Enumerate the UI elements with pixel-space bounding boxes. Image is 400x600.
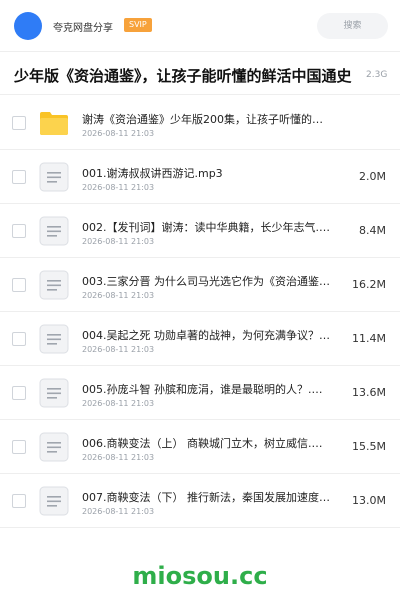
file-name: 003.三家分晋 为什么司马光选它作为《资治通鉴》的开篇 [82, 275, 332, 288]
file-row[interactable]: 006.商鞅变法（上） 商鞅城门立木，树立威信.mp3 2026-08-11 2… [0, 420, 400, 474]
file-size: 13.0M [352, 494, 386, 507]
row-checkbox[interactable] [12, 116, 26, 130]
file-name: 005.孙庞斗智 孙膑和庞涓，谁是最聪明的人？.mp3 [82, 383, 332, 396]
file-date: 2026-08-11 21:03 [82, 291, 155, 300]
file-date: 2026-08-11 21:03 [82, 183, 155, 192]
avatar[interactable] [14, 12, 42, 40]
file-name: 002.【发刊词】谢涛：读中华典籍，长少年志气.mp3 [82, 221, 332, 234]
document-icon [39, 324, 69, 354]
file-size: 16.2M [352, 278, 386, 291]
file-date: 2026-08-11 21:03 [82, 399, 155, 408]
file-row[interactable]: 005.孙庞斗智 孙膑和庞涓，谁是最聪明的人？.mp3 2026-08-11 2… [0, 366, 400, 420]
file-list: 谢涛《资治通鉴》少年版200集，让孩子听懂的中国历史 2026-08-11 21… [0, 96, 400, 528]
file-row-folder[interactable]: 谢涛《资治通鉴》少年版200集，让孩子听懂的中国历史 2026-08-11 21… [0, 96, 400, 150]
document-icon [39, 486, 69, 516]
file-name: 006.商鞅变法（上） 商鞅城门立木，树立威信.mp3 [82, 437, 332, 450]
document-icon [39, 216, 69, 246]
row-checkbox[interactable] [12, 440, 26, 454]
file-size: 11.4M [352, 332, 386, 345]
file-row[interactable]: 007.商鞅变法（下） 推行新法，秦国发展加速度.mp3 2026-08-11 … [0, 474, 400, 528]
row-checkbox[interactable] [12, 494, 26, 508]
share-username: 夸克网盘分享 [53, 23, 113, 34]
document-icon [39, 162, 69, 192]
share-title-bar: 少年版《资治通鉴》，让孩子能听懂的鲜活中国通史 2.3G [0, 53, 400, 95]
row-checkbox[interactable] [12, 170, 26, 184]
app-header: 夸克网盘分享 SVIP 搜索 [0, 0, 400, 52]
file-size: 8.4M [359, 224, 386, 237]
search-input[interactable]: 搜索 [317, 13, 388, 39]
document-icon [39, 270, 69, 300]
file-name: 谢涛《资治通鉴》少年版200集，让孩子听懂的中国历史 [82, 113, 332, 126]
row-checkbox[interactable] [12, 332, 26, 346]
row-checkbox[interactable] [12, 224, 26, 238]
file-name: 004.吴起之死 功勋卓著的战神，为何充满争议？.mp3 [82, 329, 332, 342]
row-checkbox[interactable] [12, 278, 26, 292]
document-icon [39, 378, 69, 408]
file-date: 2026-08-11 21:03 [82, 237, 155, 246]
file-date: 2026-08-11 21:03 [82, 507, 155, 516]
file-name: 007.商鞅变法（下） 推行新法，秦国发展加速度.mp3 [82, 491, 332, 504]
site-watermark: miosou.cc [132, 562, 268, 590]
svip-badge: SVIP [124, 18, 152, 32]
file-size: 13.6M [352, 386, 386, 399]
file-row[interactable]: 002.【发刊词】谢涛：读中华典籍，长少年志气.mp3 2026-08-11 2… [0, 204, 400, 258]
file-row[interactable]: 004.吴起之死 功勋卓著的战神，为何充满争议？.mp3 2026-08-11 … [0, 312, 400, 366]
file-size: 2.0M [359, 170, 386, 183]
document-icon [39, 432, 69, 462]
folder-icon [40, 112, 68, 135]
file-name: 001.谢涛叔叔讲西游记.mp3 [82, 167, 223, 180]
file-size: 15.5M [352, 440, 386, 453]
file-date: 2026-08-11 21:03 [82, 129, 155, 138]
file-date: 2026-08-11 21:03 [82, 453, 155, 462]
file-date: 2026-08-11 21:03 [82, 345, 155, 354]
file-row[interactable]: 001.谢涛叔叔讲西游记.mp3 2026-08-11 21:03 2.0M [0, 150, 400, 204]
file-row[interactable]: 003.三家分晋 为什么司马光选它作为《资治通鉴》的开篇 2026-08-11 … [0, 258, 400, 312]
row-checkbox[interactable] [12, 386, 26, 400]
total-size: 2.3G [366, 70, 388, 80]
page-title: 少年版《资治通鉴》，让孩子能听懂的鲜活中国通史 [14, 67, 352, 85]
